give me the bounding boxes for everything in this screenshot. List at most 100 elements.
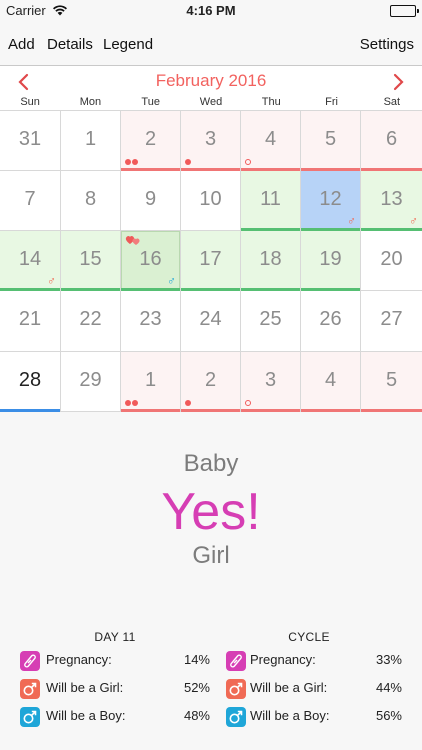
day-number: 28 bbox=[18, 369, 42, 391]
calendar-day[interactable]: 29 bbox=[61, 352, 121, 412]
day-number: 1 bbox=[84, 128, 97, 150]
day-number: 5 bbox=[324, 128, 337, 150]
calendar-day[interactable]: 27 bbox=[361, 291, 422, 352]
calendar-day[interactable]: 19 bbox=[301, 231, 361, 291]
status-bar: Carrier 4:16 PM bbox=[0, 0, 422, 22]
calendar-day[interactable]: 31 bbox=[0, 111, 61, 171]
weekday-sat: Sat bbox=[383, 96, 401, 108]
calendar-day[interactable]: 5 bbox=[361, 352, 422, 412]
calendar-day[interactable]: 11 bbox=[241, 171, 301, 231]
calendar-day[interactable]: 8 bbox=[61, 171, 121, 231]
calendar-day[interactable]: 15 bbox=[61, 231, 121, 291]
calendar-day[interactable]: 26 bbox=[301, 291, 361, 352]
pregnancy-value: 14% bbox=[183, 652, 210, 667]
legend-button[interactable]: Legend bbox=[103, 36, 153, 53]
day-number: 1 bbox=[144, 369, 157, 391]
calendar-day[interactable]: 4 bbox=[301, 352, 361, 412]
pregnancy-value: 33% bbox=[375, 652, 402, 667]
day-stats-title: DAY 11 bbox=[94, 630, 136, 644]
calendar-day[interactable]: 1 bbox=[121, 352, 181, 412]
add-button[interactable]: Add bbox=[8, 36, 35, 53]
calendar-day[interactable]: 3 bbox=[181, 111, 241, 171]
battery-icon bbox=[390, 5, 419, 17]
calendar-day[interactable]: 23 bbox=[121, 291, 181, 352]
calendar-day[interactable]: 2 bbox=[181, 352, 241, 412]
calendar-day[interactable]: 20 bbox=[361, 231, 422, 291]
calendar-day[interactable]: 24 bbox=[181, 291, 241, 352]
period-dot-icon bbox=[125, 159, 131, 165]
period-dot-icon bbox=[185, 400, 191, 406]
calendar-day[interactable]: 22 bbox=[61, 291, 121, 352]
day-number: 29 bbox=[79, 369, 102, 391]
day-number: 9 bbox=[144, 188, 157, 210]
calendar-day[interactable]: 2 bbox=[121, 111, 181, 171]
calendar-day[interactable]: 21 bbox=[0, 291, 61, 352]
details-button[interactable]: Details bbox=[47, 36, 93, 53]
settings-button[interactable]: Settings bbox=[360, 36, 414, 53]
day-number: 13 bbox=[380, 188, 403, 210]
day-number: 25 bbox=[259, 308, 282, 330]
calendar-day[interactable]: 5 bbox=[301, 111, 361, 171]
calendar-day[interactable]: 7 bbox=[0, 171, 61, 231]
calendar-day[interactable]: 10 bbox=[181, 171, 241, 231]
stats-row-pregnancy: Pregnancy: 33% bbox=[214, 648, 404, 676]
next-month-chevron-icon[interactable] bbox=[388, 72, 408, 92]
day-number: 3 bbox=[204, 128, 217, 150]
male-icon: ♂ bbox=[409, 214, 418, 228]
calendar-day[interactable]: 14 ♂ bbox=[0, 231, 61, 291]
day-number: 11 bbox=[260, 188, 281, 210]
calendar-day[interactable]: 17 bbox=[181, 231, 241, 291]
prediction-panel: Baby Yes! Girl DAY 11 Pregnancy: 14% Wil… bbox=[0, 412, 422, 750]
calendar-day-today[interactable]: 28 bbox=[0, 352, 61, 412]
weekday-wed: Wed bbox=[199, 96, 223, 108]
day-number: 4 bbox=[264, 128, 277, 150]
calendar-day[interactable]: 12 ♂ bbox=[301, 171, 361, 231]
day-number: 27 bbox=[380, 308, 403, 330]
spotting-ring-icon bbox=[245, 400, 251, 406]
calendar-day[interactable]: 18 bbox=[241, 231, 301, 291]
period-dot-icon bbox=[132, 400, 138, 406]
calendar-day[interactable]: 1 bbox=[61, 111, 121, 171]
baby-label: Baby bbox=[183, 450, 239, 477]
weekday-sun: Sun bbox=[20, 96, 40, 108]
stats-row-girl: Will be a Girl: 52% bbox=[20, 676, 210, 704]
day-number: 16 bbox=[139, 248, 162, 270]
day-number: 6 bbox=[385, 128, 398, 150]
day-number: 17 bbox=[199, 248, 222, 270]
pregnancy-label: Pregnancy: bbox=[46, 652, 112, 667]
day-number: 14 bbox=[18, 248, 42, 270]
day-number: 10 bbox=[199, 188, 222, 210]
month-title: February 2016 bbox=[155, 71, 267, 90]
period-dot-icon bbox=[125, 400, 131, 406]
stats-row-girl: Will be a Girl: 44% bbox=[214, 676, 404, 704]
girl-label: Will be a Girl: bbox=[250, 680, 328, 695]
cycle-stats: CYCLE Pregnancy: 33% Will be a Girl: 44%… bbox=[214, 630, 404, 732]
weekday-fri: Fri bbox=[325, 96, 338, 108]
day-number: 18 bbox=[259, 248, 282, 270]
weekday-mon: Mon bbox=[79, 96, 102, 108]
calendar-day[interactable]: 6 bbox=[361, 111, 422, 171]
day-number: 26 bbox=[319, 308, 342, 330]
pregnancy-label: Pregnancy: bbox=[250, 652, 316, 667]
pregnancy-test-icon bbox=[20, 651, 40, 671]
stats-row-boy: Will be a Boy: 56% bbox=[214, 704, 404, 732]
clock-time: 4:16 PM bbox=[186, 3, 236, 18]
male-icon: ♂ bbox=[347, 214, 356, 228]
calendar-day[interactable]: 13 ♂ bbox=[361, 171, 422, 231]
calendar-day[interactable]: 25 bbox=[241, 291, 301, 352]
calendar-day[interactable]: 3 bbox=[241, 352, 301, 412]
day-number: 2 bbox=[204, 369, 217, 391]
day-number: 5 bbox=[385, 369, 398, 391]
girl-value: 44% bbox=[375, 680, 402, 695]
weekday-header: Sun Mon Tue Wed Thu Fri Sat bbox=[0, 96, 422, 110]
day-number: 23 bbox=[139, 308, 162, 330]
calendar-day[interactable]: 16 ♂ bbox=[121, 231, 181, 291]
day-number: 12 bbox=[319, 188, 342, 210]
day-number: 31 bbox=[18, 128, 42, 150]
male-symbol-icon bbox=[226, 707, 246, 727]
day-number: 15 bbox=[79, 248, 102, 270]
girl-value: 52% bbox=[183, 680, 210, 695]
day-number: 3 bbox=[264, 369, 277, 391]
calendar-day[interactable]: 9 bbox=[121, 171, 181, 231]
calendar-day[interactable]: 4 bbox=[241, 111, 301, 171]
